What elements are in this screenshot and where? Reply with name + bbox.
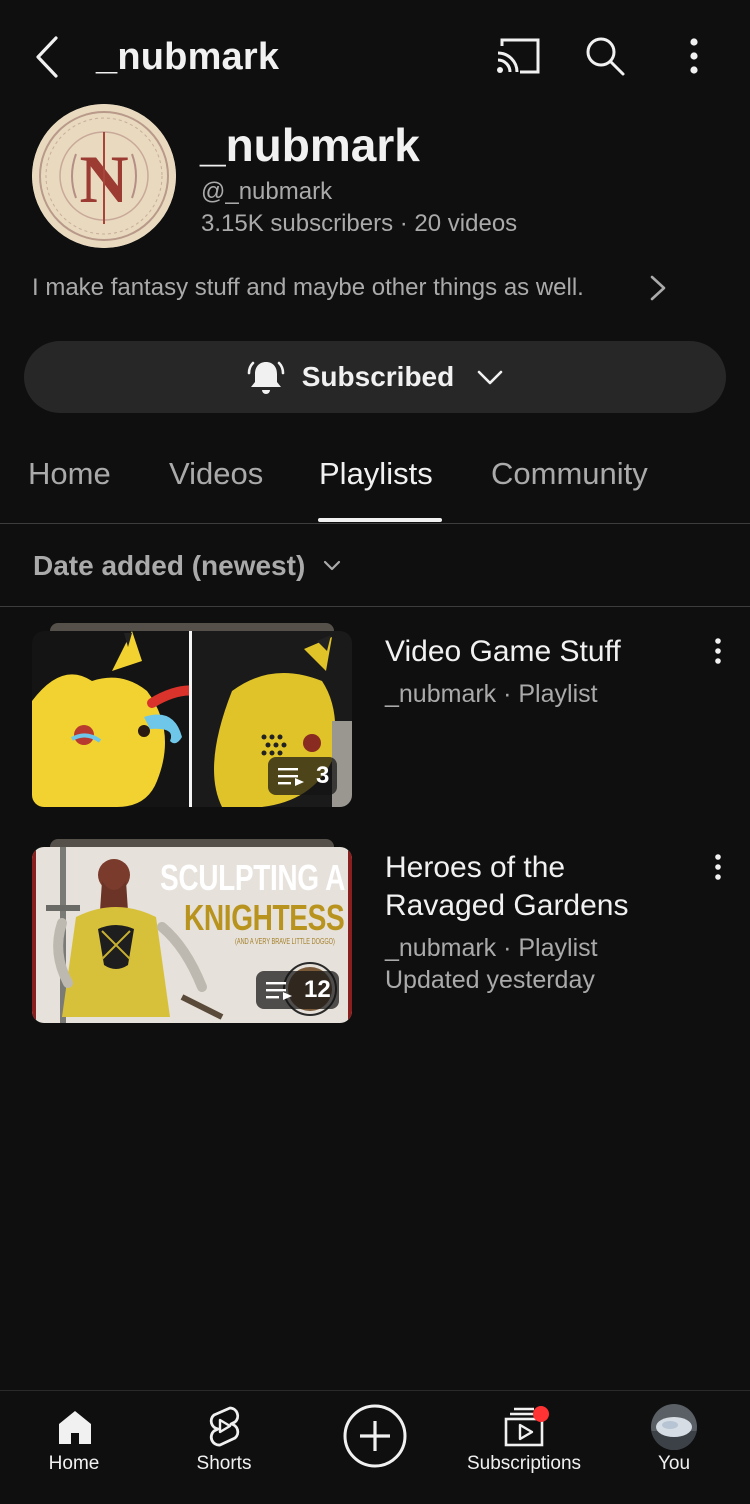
shorts-icon	[209, 1406, 240, 1447]
nav-shorts[interactable]: Shorts	[174, 1391, 274, 1504]
channel-avatar[interactable]: N	[32, 104, 176, 248]
playlist-updated: Updated yesterday	[385, 966, 595, 994]
bottom-navigation: Home Shorts Subscriptions You	[0, 1390, 750, 1504]
video-count: 3	[316, 762, 330, 789]
playlist-more-button[interactable]	[704, 847, 732, 887]
nav-you[interactable]: You	[624, 1391, 724, 1504]
search-button[interactable]	[583, 34, 629, 80]
chevron-down-icon	[477, 370, 503, 385]
back-arrow-icon	[36, 36, 58, 78]
channel-name: _nubmark	[200, 119, 420, 171]
tab-community[interactable]: Community	[491, 456, 648, 492]
playlist-item[interactable]: 3 Video Game Stuff _nubmark · Playlist	[0, 620, 750, 820]
subscribed-label: Subscribed	[301, 361, 455, 392]
channel-handle: @_nubmark	[201, 178, 333, 205]
back-button[interactable]	[30, 34, 66, 80]
playlist-title[interactable]: Heroes of the Ravaged Gardens	[385, 849, 685, 925]
playlist-item[interactable]: SCULPTING A KNIGHTESS (AND A VERY BRAVE …	[0, 836, 750, 1036]
more-options-button[interactable]	[676, 34, 712, 80]
notification-dot-icon	[533, 1406, 549, 1422]
nav-home-label: Home	[48, 1453, 100, 1474]
page-title: _nubmark	[96, 36, 280, 78]
playlist-title[interactable]: Video Game Stuff	[385, 633, 685, 671]
playlist-icon	[278, 768, 304, 786]
more-vertical-icon	[715, 638, 721, 664]
active-tab-indicator	[318, 518, 442, 522]
playlist-meta: _nubmark · Playlist	[385, 934, 598, 962]
chevron-down-icon	[323, 560, 341, 571]
playlist-meta: _nubmark · Playlist	[385, 680, 598, 708]
cast-button[interactable]	[494, 36, 542, 76]
playlist-thumbnail[interactable]: SCULPTING A KNIGHTESS (AND A VERY BRAVE …	[32, 847, 352, 1023]
more-vertical-icon	[690, 38, 698, 74]
more-vertical-icon	[715, 854, 721, 880]
video-count: 12	[304, 976, 331, 1003]
chevron-right-icon	[650, 275, 666, 301]
home-icon	[59, 1411, 91, 1444]
cast-icon	[497, 38, 540, 74]
notification-bell-icon	[247, 361, 285, 394]
top-app-bar: _nubmark	[0, 0, 750, 112]
channel-description-row[interactable]: I make fantasy stuff and maybe other thi…	[32, 266, 722, 310]
thumbnail-headline-3: (AND A VERY BRAVE LITTLE DOGGO)	[235, 937, 335, 946]
video-count-badge: 12	[256, 971, 339, 1009]
sort-dropdown[interactable]: Date added (newest)	[0, 525, 750, 607]
playlist-more-button[interactable]	[704, 631, 732, 671]
user-avatar-icon	[651, 1404, 697, 1450]
tab-home[interactable]: Home	[28, 456, 111, 492]
subscriptions-icon	[504, 1406, 549, 1447]
channel-tabs: Home Videos Playlists Community	[0, 440, 750, 524]
add-circle-icon	[343, 1404, 407, 1468]
tab-playlists[interactable]: Playlists	[319, 456, 433, 492]
sort-label: Date added (newest)	[33, 550, 306, 581]
channel-stats: 3.15K subscribers · 20 videos	[201, 210, 518, 237]
nav-subscriptions[interactable]: Subscriptions	[452, 1391, 596, 1504]
thumbnail-headline-2: KNIGHTESS	[184, 897, 345, 938]
channel-logo-icon: N	[32, 104, 176, 248]
nav-shorts-label: Shorts	[196, 1453, 252, 1474]
video-count-badge: 3	[268, 757, 338, 795]
playlist-icon	[266, 982, 292, 1000]
nav-you-label: You	[657, 1453, 691, 1474]
playlist-thumbnail[interactable]: 3	[32, 631, 352, 807]
nav-home[interactable]: Home	[24, 1391, 124, 1504]
search-icon	[586, 37, 625, 76]
thumbnail-headline-1: SCULPTING A	[160, 857, 345, 898]
tab-videos[interactable]: Videos	[169, 456, 263, 492]
subscribed-button[interactable]: Subscribed	[24, 341, 726, 413]
create-button[interactable]	[340, 1391, 410, 1504]
nav-subscriptions-label: Subscriptions	[466, 1453, 582, 1474]
channel-description: I make fantasy stuff and maybe other thi…	[32, 274, 584, 301]
